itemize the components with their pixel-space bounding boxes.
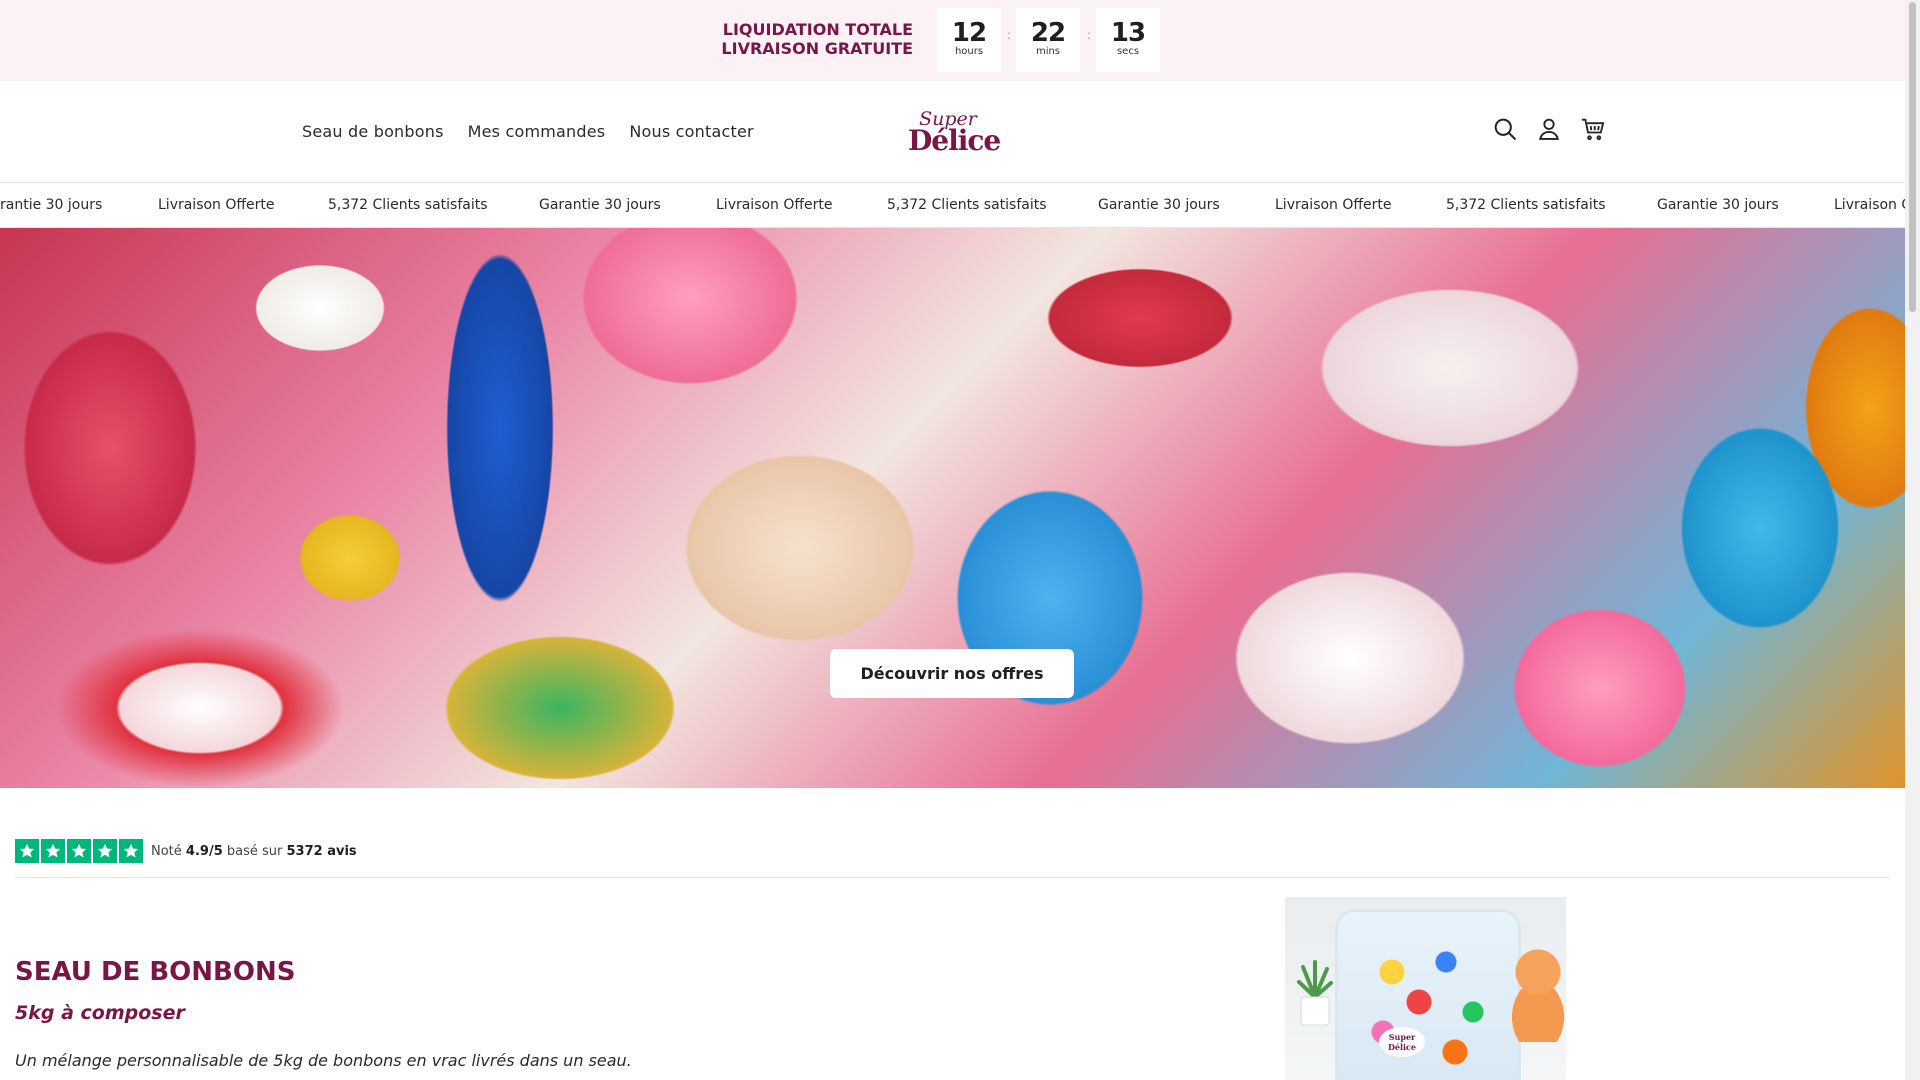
product-description: Un mélange personnalisable de 5kg de bon…: [15, 1051, 632, 1070]
marquee-item: 5,372 Clients satisfaits: [328, 197, 488, 213]
star-icon: [15, 839, 39, 863]
countdown-mins-value: 22: [1030, 18, 1066, 48]
countdown-mins-unit: mins: [1035, 46, 1061, 57]
hero-banner-image: [0, 228, 1905, 788]
candy-bucket: [1335, 909, 1521, 1080]
star-icon: [119, 839, 143, 863]
marquee-item: Livraison O: [1834, 197, 1905, 213]
rating-middle: basé sur: [226, 843, 283, 859]
star-icon: [67, 839, 91, 863]
announcement-line-2: LIVRAISON GRATUITE: [721, 39, 913, 58]
marquee-item: Livraison Offerte: [1275, 197, 1392, 213]
product-title: SEAU DE BONBONS: [15, 957, 296, 987]
trust-marquee: rantie 30 jours Livraison Offerte 5,372 …: [0, 183, 1905, 228]
star-icon: [41, 839, 65, 863]
rating-prefix: Noté: [151, 843, 182, 859]
bucket-logo: Super Délice: [1379, 1027, 1425, 1057]
logo[interactable]: Super Délice: [908, 109, 1001, 157]
rating-count: 5372 avis: [286, 843, 357, 859]
countdown-secs-unit: secs: [1116, 46, 1140, 57]
cart-icon[interactable]: [1579, 115, 1607, 143]
marquee-item: 5,372 Clients satisfaits: [1446, 197, 1606, 213]
countdown-secs-value: 13: [1110, 18, 1146, 48]
nav-seau-de-bonbons[interactable]: Seau de bonbons: [302, 122, 444, 141]
product-image[interactable]: Super Délice: [1285, 897, 1566, 1080]
page-scrollbar[interactable]: [1905, 0, 1920, 1080]
bucket-logo-super: Super: [1388, 1032, 1416, 1042]
countdown-secs: 13 secs: [1096, 8, 1160, 72]
marquee-item: Garantie 30 jours: [1657, 197, 1779, 213]
main-nav: Seau de bonbons Mes commandes Nous conta…: [302, 122, 754, 141]
discover-offers-button[interactable]: Découvrir nos offres: [830, 649, 1074, 698]
account-icon[interactable]: [1535, 115, 1563, 143]
marquee-item: rantie 30 jours: [0, 197, 103, 213]
marquee-item: 5,372 Clients satisfaits: [887, 197, 1047, 213]
rating-score: 4.9/5: [185, 843, 223, 859]
countdown-hours-value: 12: [951, 18, 987, 48]
teddy-bear: [1510, 942, 1566, 1042]
countdown-separator: :: [1087, 28, 1092, 42]
marquee-item: Garantie 30 jours: [1098, 197, 1220, 213]
scrollbar-thumb[interactable]: [1909, 2, 1916, 312]
bucket-logo-delice: Délice: [1387, 1042, 1417, 1052]
countdown-mins: 22 mins: [1016, 8, 1080, 72]
star-icon: [93, 839, 117, 863]
marquee-item: Livraison Offerte: [158, 197, 275, 213]
nav-mes-commandes[interactable]: Mes commandes: [468, 122, 606, 141]
countdown-hours: 12 hours: [937, 8, 1001, 72]
product-subtitle: 5kg à composer: [15, 1002, 185, 1024]
countdown-separator: :: [1007, 28, 1012, 42]
marquee-item: Garantie 30 jours: [539, 197, 661, 213]
rating-text: Noté 4.9/5 basé sur 5372 avis: [151, 844, 357, 859]
rating-stars: [15, 839, 143, 863]
section-divider: [15, 877, 1890, 878]
site-header: Seau de bonbons Mes commandes Nous conta…: [0, 81, 1905, 183]
announcement-line-1: LIQUIDATION TOTALE: [722, 20, 913, 39]
countdown-hours-unit: hours: [954, 46, 984, 57]
announcement-text: LIQUIDATION TOTALE LIVRAISON GRATUITE: [720, 20, 913, 58]
search-icon[interactable]: [1491, 115, 1519, 143]
rating-summary: Noté 4.9/5 basé sur 5372 avis: [15, 839, 357, 863]
nav-nous-contacter[interactable]: Nous contacter: [629, 122, 753, 141]
announcement-bar: LIQUIDATION TOTALE LIVRAISON GRATUITE 12…: [0, 0, 1905, 81]
logo-delice: Délice: [908, 124, 1001, 157]
plant-decoration: [1297, 960, 1333, 1026]
marquee-item: Livraison Offerte: [716, 197, 833, 213]
